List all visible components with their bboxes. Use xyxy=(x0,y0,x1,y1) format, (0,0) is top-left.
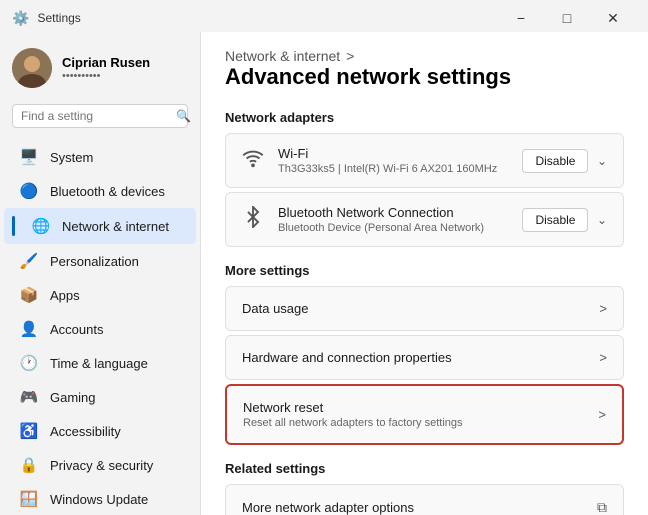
sidebar-item-bluetooth[interactable]: 🔵 Bluetooth & devices xyxy=(4,174,196,208)
network-reset-card[interactable]: Network reset Reset all network adapters… xyxy=(225,384,624,445)
sidebar-item-network[interactable]: 🌐 Network & internet xyxy=(4,208,196,244)
wifi-disable-button[interactable]: Disable xyxy=(522,149,588,173)
hardware-connection-card[interactable]: Hardware and connection properties > xyxy=(225,335,624,380)
more-adapter-options-card[interactable]: More network adapter options ⧉ xyxy=(225,484,624,515)
sidebar-item-time[interactable]: 🕐 Time & language xyxy=(4,346,196,380)
bluetooth-adapter-card[interactable]: Bluetooth Network Connection Bluetooth D… xyxy=(225,192,624,247)
wifi-adapter-card[interactable]: Wi-Fi Th3G33ks5 | Intel(R) Wi-Fi 6 AX201… xyxy=(225,133,624,188)
settings-icon: ⚙️ xyxy=(12,10,29,27)
breadcrumb-current: Advanced network settings xyxy=(225,64,511,90)
system-icon: 🖥️ xyxy=(20,148,38,166)
close-button[interactable]: ✕ xyxy=(590,2,636,34)
maximize-button[interactable]: □ xyxy=(544,2,590,34)
windows-update-icon: 🪟 xyxy=(20,490,38,508)
main-content: Network & internet > Advanced network se… xyxy=(200,32,648,515)
user-email: •••••••••• xyxy=(62,70,150,82)
user-info: Ciprian Rusen •••••••••• xyxy=(62,55,150,82)
more-adapter-external-icon: ⧉ xyxy=(597,499,607,515)
sidebar-item-label-accessibility: Accessibility xyxy=(50,424,121,439)
user-profile[interactable]: Ciprian Rusen •••••••••• xyxy=(0,40,200,104)
wifi-card-text: Wi-Fi Th3G33ks5 | Intel(R) Wi-Fi 6 AX201… xyxy=(278,146,514,175)
sidebar-item-label-privacy: Privacy & security xyxy=(50,458,153,473)
sidebar-item-accessibility[interactable]: ♿ Accessibility xyxy=(4,414,196,448)
wifi-subtitle: Th3G33ks5 | Intel(R) Wi-Fi 6 AX201 160MH… xyxy=(278,163,514,175)
accounts-icon: 👤 xyxy=(20,320,38,338)
apps-icon: 📦 xyxy=(20,286,38,304)
search-box[interactable]: 🔍 xyxy=(12,104,188,128)
minimize-button[interactable]: − xyxy=(498,2,544,34)
network-reset-subtitle: Reset all network adapters to factory se… xyxy=(243,417,598,429)
related-settings-section-title: Related settings xyxy=(225,461,624,476)
hardware-connection-chevron-icon: > xyxy=(599,350,607,365)
bluetooth-network-icon xyxy=(242,206,264,233)
personalization-icon: 🖌️ xyxy=(20,252,38,270)
sidebar-item-system[interactable]: 🖥️ System xyxy=(4,140,196,174)
sidebar-item-accounts[interactable]: 👤 Accounts xyxy=(4,312,196,346)
app-container: Ciprian Rusen •••••••••• 🔍 🖥️ System 🔵 B… xyxy=(0,32,648,515)
sidebar-item-label-gaming: Gaming xyxy=(50,390,96,405)
active-indicator xyxy=(12,216,15,236)
hardware-connection-label: Hardware and connection properties xyxy=(242,350,599,365)
accessibility-icon: ♿ xyxy=(20,422,38,440)
network-icon: 🌐 xyxy=(32,217,50,235)
search-icon: 🔍 xyxy=(176,109,191,123)
breadcrumb-parent: Network & internet xyxy=(225,48,340,64)
breadcrumb: Network & internet > Advanced network se… xyxy=(225,48,624,90)
sidebar-item-label-accounts: Accounts xyxy=(50,322,103,337)
adapters-section-title: Network adapters xyxy=(225,110,624,125)
sidebar-item-label-windows-update: Windows Update xyxy=(50,492,148,507)
breadcrumb-separator: > xyxy=(346,48,354,64)
sidebar: Ciprian Rusen •••••••••• 🔍 🖥️ System 🔵 B… xyxy=(0,32,200,515)
sidebar-item-windows-update[interactable]: 🪟 Windows Update xyxy=(4,482,196,515)
sidebar-item-privacy[interactable]: 🔒 Privacy & security xyxy=(4,448,196,482)
more-adapter-options-label: More network adapter options xyxy=(242,500,597,515)
gaming-icon: 🎮 xyxy=(20,388,38,406)
title-bar-title: Settings xyxy=(37,11,80,25)
sidebar-item-label-bluetooth: Bluetooth & devices xyxy=(50,184,165,199)
sidebar-item-personalization[interactable]: 🖌️ Personalization xyxy=(4,244,196,278)
sidebar-item-label-apps: Apps xyxy=(50,288,80,303)
search-input[interactable] xyxy=(21,109,176,123)
avatar xyxy=(12,48,52,88)
sidebar-item-label-system: System xyxy=(50,150,93,165)
bluetooth-disable-button[interactable]: Disable xyxy=(522,208,588,232)
bluetooth-icon: 🔵 xyxy=(20,182,38,200)
window-controls: − □ ✕ xyxy=(498,2,636,34)
data-usage-chevron-icon: > xyxy=(599,301,607,316)
network-reset-chevron-icon: > xyxy=(598,407,606,422)
data-usage-label: Data usage xyxy=(242,301,599,316)
wifi-chevron-icon: ⌄ xyxy=(597,154,607,168)
wifi-action: Disable ⌄ xyxy=(522,149,607,173)
bluetooth-card-text: Bluetooth Network Connection Bluetooth D… xyxy=(278,205,514,234)
network-reset-title: Network reset xyxy=(243,400,598,415)
network-reset-text: Network reset Reset all network adapters… xyxy=(243,400,598,429)
bluetooth-chevron-icon: ⌄ xyxy=(597,213,607,227)
sidebar-item-gaming[interactable]: 🎮 Gaming xyxy=(4,380,196,414)
sidebar-item-label-network: Network & internet xyxy=(62,219,169,234)
sidebar-nav: 🖥️ System 🔵 Bluetooth & devices 🌐 Networ… xyxy=(0,140,200,515)
bluetooth-title: Bluetooth Network Connection xyxy=(278,205,514,220)
sidebar-item-label-time: Time & language xyxy=(50,356,148,371)
data-usage-card[interactable]: Data usage > xyxy=(225,286,624,331)
wifi-icon xyxy=(242,147,264,174)
wifi-title: Wi-Fi xyxy=(278,146,514,161)
user-name: Ciprian Rusen xyxy=(62,55,150,70)
title-bar: ⚙️ Settings − □ ✕ xyxy=(0,0,648,32)
more-settings-section-title: More settings xyxy=(225,263,624,278)
bluetooth-subtitle: Bluetooth Device (Personal Area Network) xyxy=(278,222,514,234)
time-icon: 🕐 xyxy=(20,354,38,372)
privacy-icon: 🔒 xyxy=(20,456,38,474)
bluetooth-action: Disable ⌄ xyxy=(522,208,607,232)
sidebar-item-label-personalization: Personalization xyxy=(50,254,139,269)
sidebar-item-apps[interactable]: 📦 Apps xyxy=(4,278,196,312)
